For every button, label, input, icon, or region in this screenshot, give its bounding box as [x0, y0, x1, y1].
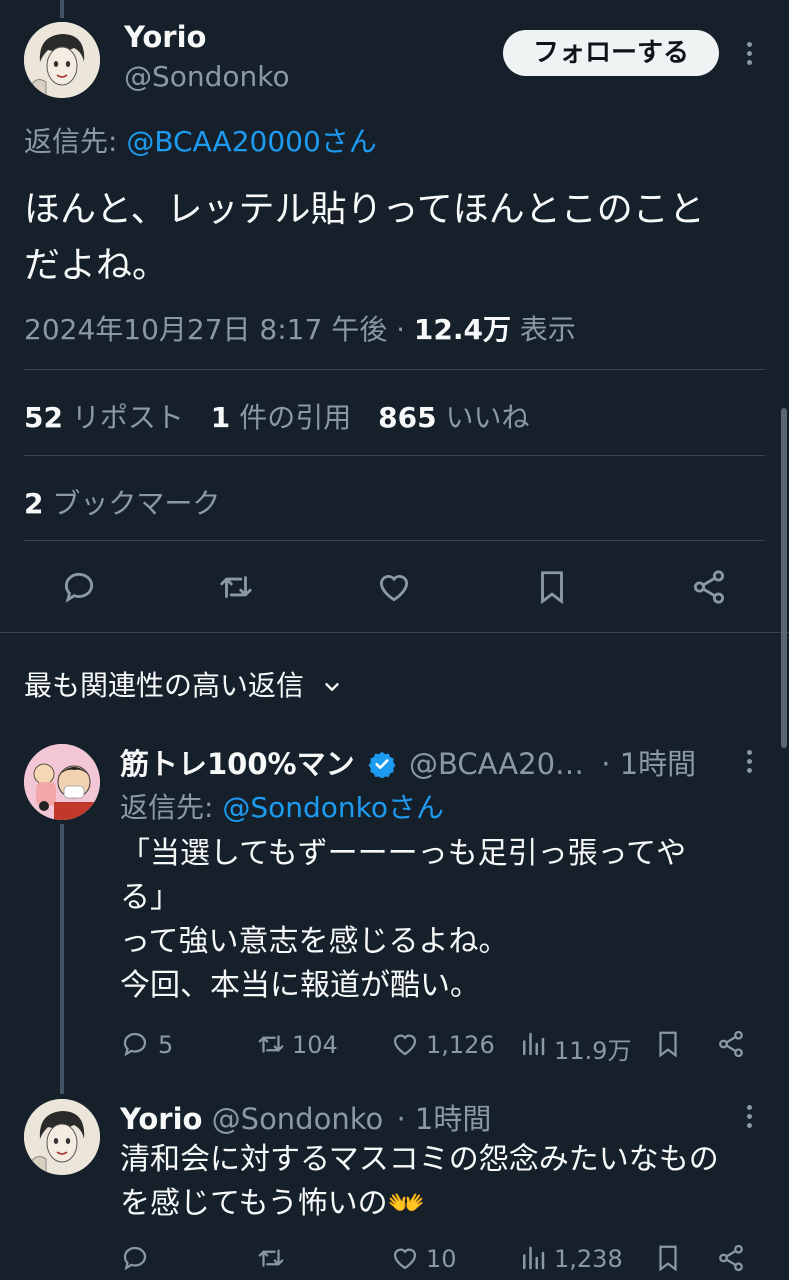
- reply-author-handle[interactable]: @BCAA20…: [409, 747, 584, 781]
- reply-context: 返信先: @Sondonkoさん: [120, 786, 444, 826]
- scrollbar[interactable]: [781, 408, 787, 748]
- likes-count: 865: [378, 401, 437, 434]
- divider: [24, 540, 765, 541]
- reply-text-line: 清和会に対するマスコミの怨念みたいなもの: [120, 1142, 719, 1177]
- like-icon[interactable]: [375, 568, 413, 606]
- more-icon[interactable]: [746, 750, 754, 777]
- verified-badge-icon: [368, 750, 396, 778]
- author-handle[interactable]: @Sondonko: [124, 60, 290, 93]
- tweet-text-line1: ほんと、レッテル貼りってほんとこのこと: [24, 189, 705, 230]
- reply-text-line-with-emoji: を感じてもう怖いの👐: [120, 1182, 719, 1226]
- reposts-stat[interactable]: 52 リポスト: [24, 401, 184, 434]
- engagement-stats: 52 リポスト 1 件の引用 865 いいね: [24, 396, 529, 436]
- hands-emoji: 👐: [387, 1186, 425, 1221]
- reply-sort-selector[interactable]: 最も関連性の高い返信: [24, 664, 343, 704]
- reply-author-handle[interactable]: @Sondonko: [212, 1102, 384, 1136]
- reply-author-name[interactable]: 筋トレ100%マン: [120, 747, 355, 781]
- tweet-text-line2: だよね。: [24, 245, 169, 286]
- section-divider: [0, 632, 789, 633]
- quotes-stat[interactable]: 1 件の引用: [211, 401, 351, 434]
- reposts-count: 52: [24, 401, 63, 434]
- reply-icon[interactable]: [60, 568, 98, 606]
- like-icon[interactable]: [390, 1029, 420, 1059]
- likes-label: いいね: [445, 401, 530, 434]
- reply-prefix: 返信先:: [24, 125, 118, 158]
- like-count: 10: [426, 1245, 457, 1273]
- thread-line-top: [60, 0, 64, 18]
- likes-stat[interactable]: 865 いいね: [378, 401, 529, 434]
- share-icon[interactable]: [690, 568, 728, 606]
- views-icon[interactable]: [518, 1029, 548, 1059]
- repost-count: 104: [292, 1031, 338, 1059]
- repost-icon[interactable]: [216, 568, 256, 606]
- reply-header: 筋トレ100%マン @BCAA20… · 1時間: [120, 741, 696, 783]
- quotes-count: 1: [210, 401, 231, 434]
- views-count: 12.4万: [413, 313, 512, 346]
- divider: [24, 455, 765, 456]
- reply-to-link[interactable]: @BCAA20000さん: [126, 125, 376, 158]
- share-icon[interactable]: [716, 1243, 746, 1273]
- reply-text-line: 今回、本当に報道が酷い。: [120, 968, 480, 1003]
- bookmarks-count: 2: [24, 487, 44, 520]
- bookmark-icon[interactable]: [653, 1029, 683, 1059]
- tweet-meta: 2024年10月27日 8:17 午後 · 12.4万 表示: [24, 308, 576, 348]
- thread-line: [60, 824, 64, 1094]
- repost-icon[interactable]: [255, 1243, 287, 1273]
- more-icon[interactable]: [746, 1105, 754, 1132]
- avatar-yorio[interactable]: [24, 22, 100, 98]
- bookmark-icon[interactable]: [653, 1243, 683, 1273]
- like-icon[interactable]: [390, 1243, 420, 1273]
- sort-label: 最も関連性の高い返信: [24, 669, 305, 702]
- reply-context: 返信先: @BCAA20000さん: [24, 120, 377, 160]
- timestamp[interactable]: 2024年10月27日 8:17 午後: [24, 313, 387, 346]
- author-name[interactable]: Yorio: [124, 20, 206, 54]
- bookmark-icon[interactable]: [533, 568, 571, 606]
- avatar-yorio[interactable]: [24, 1099, 100, 1175]
- repost-icon[interactable]: [255, 1029, 287, 1059]
- reply-text-line: を感じてもう怖いの: [120, 1186, 388, 1221]
- reply-to-link[interactable]: @Sondonkoさん: [222, 791, 444, 824]
- more-icon[interactable]: [746, 42, 754, 69]
- reposts-label: リポスト: [71, 401, 184, 434]
- share-icon[interactable]: [716, 1029, 746, 1059]
- reply-icon[interactable]: [120, 1243, 150, 1273]
- reply-time[interactable]: · 1時間: [396, 1102, 491, 1136]
- views-count: 11.9万: [554, 1037, 632, 1065]
- reply-text: 「当選してもずーーーっも足引っ張ってや る」 って強い意志を感じるよね。 今回、…: [120, 832, 686, 1008]
- meta-separator: ·: [396, 313, 406, 346]
- reply-text-line: る」: [120, 880, 180, 915]
- reply-text-line: って強い意志を感じるよね。: [120, 924, 509, 959]
- avatar-bcaa[interactable]: [24, 744, 100, 820]
- divider: [24, 369, 765, 370]
- follow-button[interactable]: フォローする: [503, 30, 719, 76]
- reply-time[interactable]: · 1時間: [601, 747, 696, 781]
- reply-text-line: 「当選してもずーーーっも足引っ張ってや: [120, 836, 687, 871]
- reply-prefix: 返信先:: [120, 791, 214, 824]
- views-label: 表示: [519, 313, 576, 346]
- reply-icon[interactable]: [120, 1029, 150, 1059]
- quotes-label: 件の引用: [239, 401, 352, 434]
- reply-count: 5: [158, 1031, 174, 1059]
- views-count: 1,238: [554, 1245, 623, 1273]
- like-count: 1,126: [426, 1031, 495, 1059]
- bookmarks-stat[interactable]: 2 ブックマーク: [24, 482, 220, 522]
- reply-text: 清和会に対するマスコミの怨念みたいなもの を感じてもう怖いの👐: [120, 1138, 719, 1226]
- views-icon[interactable]: [518, 1243, 548, 1273]
- chevron-down-icon: [321, 676, 343, 698]
- bookmarks-label: ブックマーク: [52, 487, 221, 520]
- reply-author-name[interactable]: Yorio: [120, 1102, 202, 1136]
- reply-header: Yorio @Sondonko · 1時間: [120, 1096, 491, 1138]
